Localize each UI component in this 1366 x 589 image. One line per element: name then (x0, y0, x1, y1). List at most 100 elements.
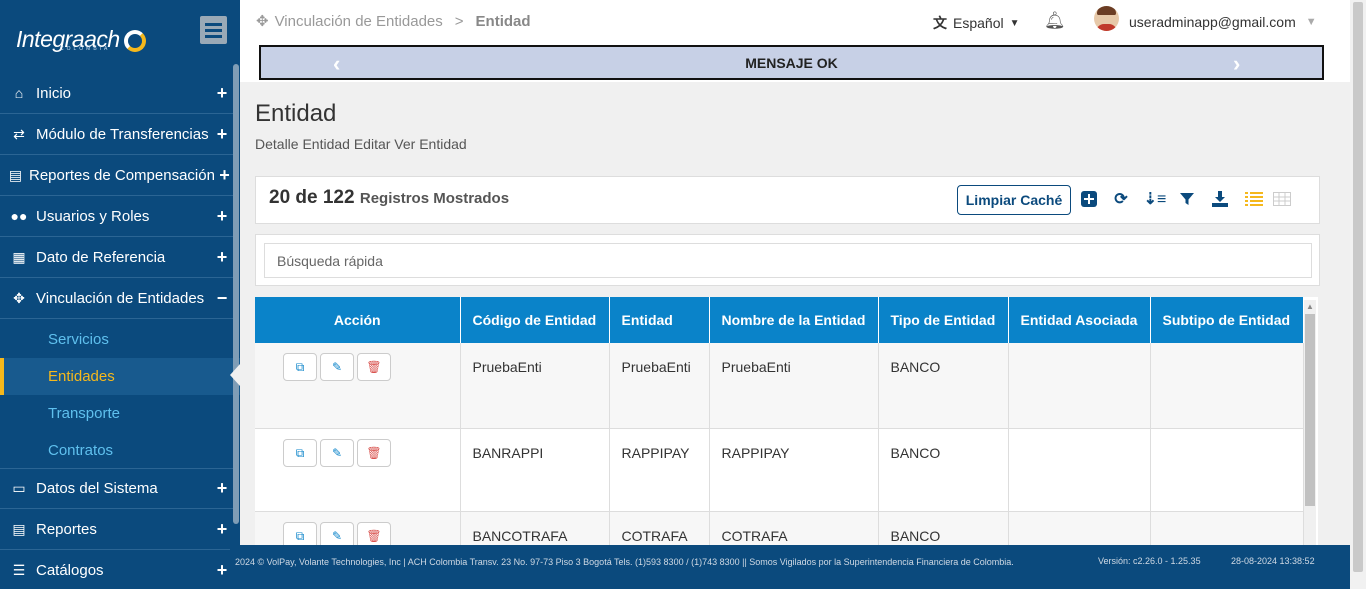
delete-button[interactable]: 🗑︎ (357, 438, 391, 467)
users-icon: ●● (10, 208, 28, 224)
column-header[interactable]: Subtipo de Entidad (1150, 297, 1304, 343)
logo-subtitle: COLOMBIA (60, 46, 111, 52)
sidebar-item-transferencias[interactable]: ⇄ Módulo de Transferencias + (0, 114, 234, 155)
breadcrumb-icon: ✥ (256, 13, 269, 30)
sidebar-item-vinculacion[interactable]: ✥ Vinculación de Entidades − (0, 278, 234, 319)
records-count-label: Registros Mostrados (359, 190, 510, 207)
action-cell: ⧉ ✎ 🗑︎ (255, 428, 461, 512)
hamburger-menu-button[interactable] (200, 16, 227, 44)
bell-icon[interactable]: 🔔︎ (1044, 11, 1066, 31)
copy-button[interactable]: ⧉ (283, 353, 317, 381)
entities-table-container: Acción Código de Entidad Entidad Nombre … (255, 297, 1318, 545)
sidebar-item-label: Usuarios y Roles (36, 207, 150, 225)
expand-icon: + (216, 518, 228, 539)
cell-subtipo (1150, 343, 1304, 429)
sidebar-item-reportes[interactable]: ▤ Reportes + (0, 509, 234, 550)
sidebar-item-usuarios-roles[interactable]: ●● Usuarios y Roles + (0, 196, 234, 237)
sidebar-item-label: Catálogos (36, 561, 104, 579)
language-selector[interactable]: 文 Español ▼ (933, 13, 1020, 33)
table-header-row: Acción Código de Entidad Entidad Nombre … (255, 297, 1304, 343)
footer-text: 2024 © VolPay, Volante Technologies, Inc… (235, 557, 1014, 567)
column-header[interactable]: Entidad (609, 297, 710, 343)
sidebar-item-label: Inicio (36, 84, 72, 102)
chevron-right-icon[interactable]: › (1233, 51, 1240, 77)
cell-nombre: PruebaEnti (709, 343, 879, 429)
column-header[interactable]: Tipo de Entidad (878, 297, 1009, 343)
breadcrumb-separator: > (454, 12, 464, 30)
sidebar-subitem-contratos[interactable]: Contratos (0, 432, 240, 469)
cell-codigo: BANRAPPI (460, 428, 610, 512)
breadcrumb: ✥ Vinculación de Entidades > Entidad (256, 12, 531, 31)
user-menu[interactable]: useradminapp@gmail.com ▼ (1129, 14, 1317, 30)
footer-version: Versión: c2.26.0 - 1.25.35 (1098, 556, 1201, 566)
copy-button[interactable]: ⧉ (283, 438, 317, 467)
column-header[interactable]: Nombre de la Entidad (709, 297, 879, 343)
list-view-icon[interactable] (1245, 190, 1263, 208)
active-indicator-arrow (230, 364, 240, 386)
sidebar-item-reportes-compensacion[interactable]: ▤ Reportes de Compensación + (0, 155, 234, 196)
chevron-left-icon[interactable]: ‹ (333, 51, 340, 77)
cell-entidad: PruebaEnti (609, 343, 710, 429)
column-header[interactable]: Entidad Asociada (1008, 297, 1151, 343)
sidebar-item-catalogos[interactable]: ☰ Catálogos + (0, 550, 234, 589)
sidebar-item-inicio[interactable]: ⌂ Inicio + (0, 73, 234, 114)
delete-button[interactable]: 🗑︎ (357, 521, 391, 545)
scrollbar-thumb[interactable] (1305, 314, 1315, 506)
chevron-down-icon: ▼ (1305, 16, 1317, 28)
clear-cache-button[interactable]: Limpiar Caché (957, 185, 1071, 215)
sidebar-subitem-entidades[interactable]: Entidades (0, 358, 240, 395)
add-icon[interactable] (1080, 190, 1098, 208)
sidebar-item-label: Módulo de Transferencias (36, 125, 209, 143)
cell-entidad: COTRAFA (609, 511, 710, 545)
sidebar-item-label: Datos del Sistema (36, 480, 158, 497)
entities-table: Acción Código de Entidad Entidad Nombre … (255, 297, 1304, 545)
breadcrumb-parent[interactable]: Vinculación de Entidades (275, 13, 443, 30)
page-subtitle: Detalle Entidad Editar Ver Entidad (255, 136, 467, 152)
page-title: Entidad (255, 100, 337, 127)
delete-button[interactable]: 🗑︎ (357, 353, 391, 381)
sidebar-scrollbar[interactable] (233, 64, 239, 524)
window-scrollbar[interactable] (1350, 0, 1366, 589)
search-panel (255, 234, 1320, 286)
chevron-down-icon: ▼ (1009, 17, 1020, 29)
cell-nombre: RAPPIPAY (709, 428, 879, 512)
edit-button[interactable]: ✎ (320, 521, 354, 545)
user-email: useradminapp@gmail.com (1129, 14, 1296, 30)
exchange-icon: ⇄ (13, 125, 25, 142)
action-cell: ⧉ ✎ 🗑︎ (255, 511, 461, 545)
sidebar-item-dato-referencia[interactable]: ▦ Dato de Referencia + (0, 237, 234, 278)
banner-area: ‹ MENSAJE OK › (240, 40, 1350, 82)
quick-search-input[interactable] (264, 243, 1312, 278)
table-scrollbar[interactable]: ▲ (1304, 300, 1316, 546)
column-header[interactable]: Acción (255, 297, 461, 343)
edit-button[interactable]: ✎ (320, 353, 354, 381)
refresh-icon[interactable]: ⟳ (1112, 190, 1130, 208)
grid-view-icon[interactable] (1273, 190, 1291, 208)
expand-icon: + (216, 478, 228, 498)
records-count-value: 20 de 122 (269, 187, 355, 208)
window-scrollbar-thumb[interactable] (1353, 2, 1363, 572)
cell-nombre: COTRAFA (709, 511, 879, 545)
sidebar: Integraach COLOMBIA ⌂ Inicio + ⇄ Módulo … (0, 0, 240, 589)
expand-icon: + (219, 164, 230, 185)
expand-icon: + (216, 82, 228, 103)
download-icon[interactable] (1211, 190, 1229, 208)
sidebar-subitem-transporte[interactable]: Transporte (0, 395, 240, 432)
edit-button[interactable]: ✎ (320, 438, 354, 467)
filter-icon[interactable] (1178, 190, 1196, 208)
file-icon: ▤ (8, 166, 23, 183)
cell-entidad: RAPPIPAY (609, 428, 710, 512)
column-header[interactable]: Código de Entidad (460, 297, 610, 343)
sidebar-subitem-servicios[interactable]: Servicios (0, 321, 240, 358)
calendar-icon: ▦ (12, 248, 26, 265)
sort-icon[interactable]: ⇣≡ (1144, 190, 1167, 208)
top-header: ✥ Vinculación de Entidades > Entidad 文 E… (240, 0, 1350, 40)
cell-asociada (1008, 343, 1151, 429)
link-icon: ✥ (13, 289, 25, 306)
translate-icon: 文 (933, 15, 947, 31)
sidebar-item-datos-sistema[interactable]: ▭ Datos del Sistema + (0, 468, 234, 509)
copy-button[interactable]: ⧉ (283, 521, 317, 545)
avatar[interactable] (1094, 6, 1119, 31)
scroll-up-icon[interactable]: ▲ (1306, 302, 1314, 311)
home-icon: ⌂ (14, 85, 24, 101)
